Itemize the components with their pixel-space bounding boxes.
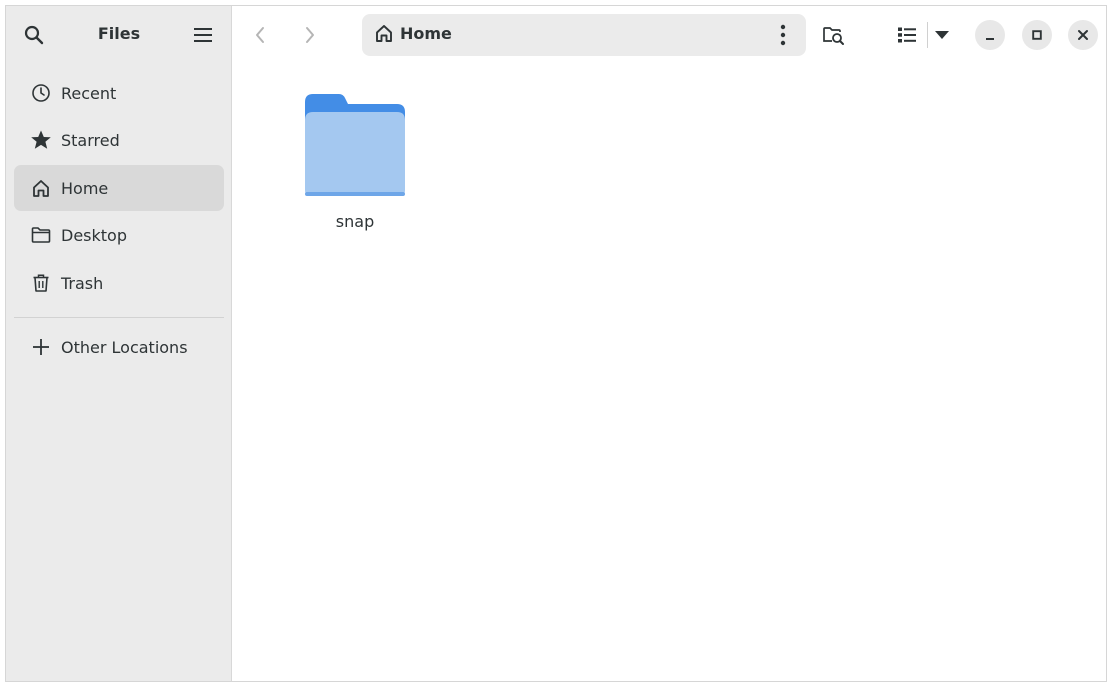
close-icon [1078, 30, 1088, 40]
home-icon [30, 177, 52, 199]
folder-search-icon [823, 27, 844, 45]
hamburger-menu-icon [194, 28, 212, 42]
sidebar-header: Files [6, 6, 232, 64]
chevron-left-icon [256, 27, 264, 43]
path-options-button[interactable] [770, 21, 796, 49]
sidebar-item-other-locations[interactable]: Other Locations [14, 324, 224, 370]
caret-down-icon [935, 31, 949, 39]
path-bar: Home [362, 14, 806, 56]
chevron-right-icon [306, 27, 314, 43]
sidebar-item-label: Desktop [61, 225, 127, 245]
vertical-dots-icon [780, 24, 786, 46]
main-menu-button[interactable] [185, 17, 221, 53]
minimize-icon [986, 38, 994, 40]
view-button-separator [927, 22, 928, 48]
sidebar-item-label: Recent [61, 83, 117, 103]
sidebar-item-starred[interactable]: Starred [14, 117, 224, 163]
sidebar: Files Recent Starred Home Desktop Trash … [6, 6, 232, 681]
forward-button[interactable] [292, 17, 328, 53]
minimize-button[interactable] [975, 20, 1005, 50]
search-location-button[interactable] [816, 17, 852, 53]
clock-icon [30, 82, 52, 104]
file-item-folder[interactable]: snap [290, 94, 420, 254]
plus-icon [30, 336, 52, 358]
folder-icon [305, 94, 405, 196]
home-icon [376, 25, 392, 42]
path-location-label: Home [400, 23, 452, 43]
sidebar-item-label: Home [61, 178, 109, 198]
path-home-button[interactable]: Home [374, 23, 452, 43]
sidebar-item-label: Other Locations [61, 337, 188, 357]
star-icon [30, 129, 52, 151]
file-view: snap [232, 64, 1106, 681]
list-view-icon [898, 27, 916, 43]
sidebar-item-label: Starred [61, 130, 120, 150]
sidebar-item-label: Trash [61, 273, 104, 293]
file-name-label: snap [335, 212, 375, 231]
view-toggle-button[interactable] [889, 17, 925, 53]
view-options-dropdown[interactable] [929, 17, 955, 53]
trash-icon [30, 272, 52, 294]
files-window: Files Recent Starred Home Desktop Trash … [5, 5, 1107, 682]
close-button[interactable] [1068, 20, 1098, 50]
sidebar-item-home[interactable]: Home [14, 165, 224, 211]
sidebar-item-desktop[interactable]: Desktop [14, 212, 224, 258]
maximize-button[interactable] [1022, 20, 1052, 50]
maximize-icon [1032, 30, 1042, 40]
sidebar-item-recent[interactable]: Recent [14, 70, 224, 116]
back-button[interactable] [242, 17, 278, 53]
sidebar-divider [14, 317, 224, 318]
header-bar: Home [232, 6, 1106, 64]
folder-icon [30, 224, 52, 246]
sidebar-item-trash[interactable]: Trash [14, 260, 224, 306]
